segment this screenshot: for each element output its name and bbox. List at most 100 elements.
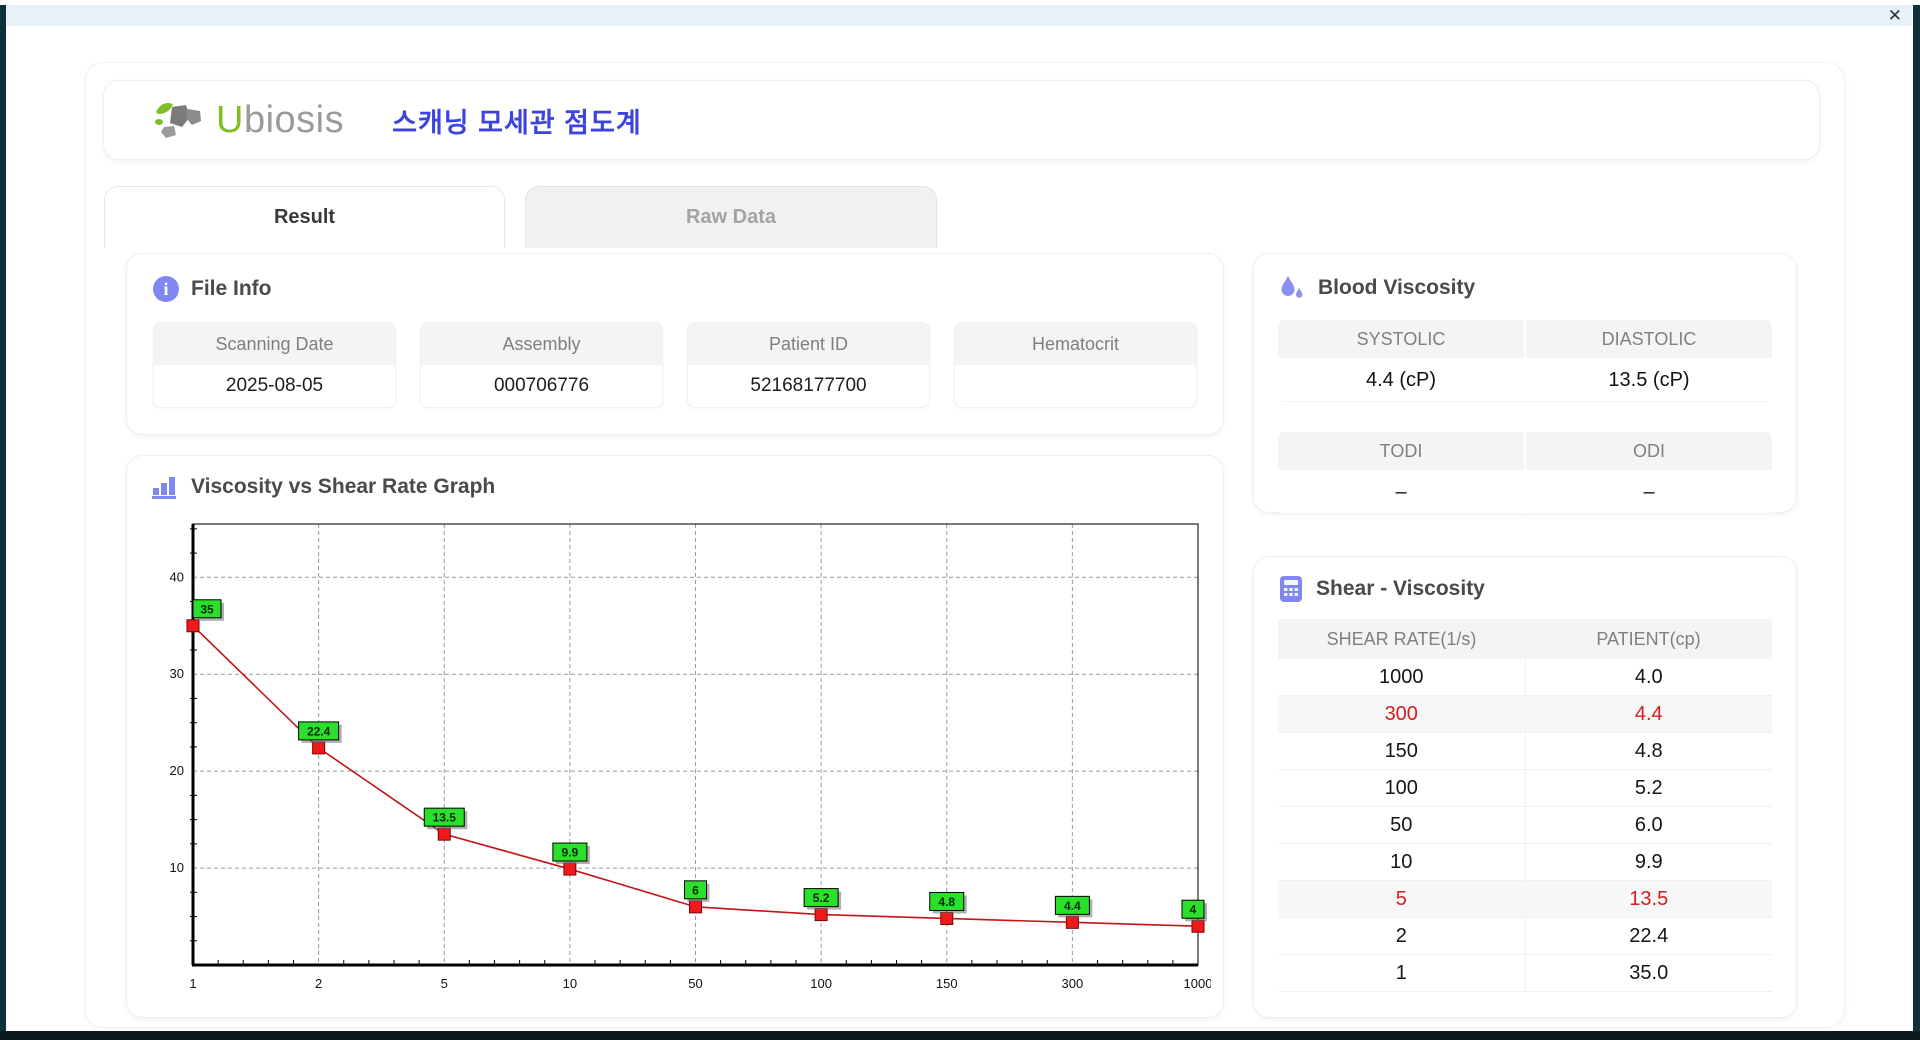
field-value: 000706776 [421, 365, 662, 407]
tab-result[interactable]: Result [104, 186, 505, 248]
data-point-marker [1065, 915, 1079, 929]
info-icon: i [153, 276, 179, 302]
data-point-marker [186, 619, 200, 633]
shear-viscosity-title-text: Shear - Viscosity [1316, 577, 1485, 600]
table-value: 4.4 (cP) [1278, 358, 1524, 402]
data-point-label: 4.8 [938, 895, 955, 909]
blood-viscosity-table: TODI ODI – – [1278, 432, 1772, 514]
blood-viscosity-card: Blood Viscosity SYSTOLIC DIASTOLIC 4.4 (cP… [1253, 253, 1797, 514]
file-info-field: Patient ID 52168177700 [687, 322, 930, 408]
shear-rate-value: 100 [1384, 777, 1418, 799]
file-info-field: Assembly 000706776 [420, 322, 663, 408]
blood-drop-icon [1281, 276, 1303, 298]
field-value: 52168177700 [688, 365, 929, 407]
column-header: DIASTOLIC [1524, 320, 1772, 358]
file-info-title-text: File Info [191, 277, 272, 300]
table-row: 1000 4.0 [1278, 659, 1772, 696]
field-label: Assembly [421, 323, 662, 365]
brand-logo: Ubiosis [152, 97, 344, 143]
shear-rate-value: 10 [1390, 851, 1413, 873]
svg-text:10: 10 [563, 976, 577, 991]
svg-text:20: 20 [170, 763, 184, 778]
field-value: 2025-08-05 [154, 365, 395, 407]
close-icon[interactable]: ✕ [1888, 5, 1902, 26]
table-value: – [1524, 470, 1772, 514]
window-border-left [0, 5, 6, 1031]
data-point-label: 4 [1190, 903, 1197, 917]
svg-text:50: 50 [688, 976, 702, 991]
table-value-row: – – [1278, 470, 1772, 514]
graph-card: Viscosity vs Shear Rate Graph 10 20 30 40 1 2… [126, 455, 1224, 1018]
patient-viscosity-value: 5.2 [1524, 770, 1773, 806]
data-point-marker [437, 827, 451, 841]
shear-rate-value: 1 [1395, 962, 1407, 984]
window-border-right [1913, 5, 1920, 1031]
app-window: ✕ Ubiosis 스캐닝 모세관 점도계 Result Raw Data i F… [0, 0, 1920, 1040]
brand-logo-icon [155, 103, 201, 138]
table-row: 150 4.8 [1278, 733, 1772, 770]
field-label: Hematocrit [955, 323, 1196, 365]
table-row: 2 22.4 [1278, 918, 1772, 955]
blood-viscosity-title-text: Blood Viscosity [1318, 276, 1476, 299]
bar-chart-icon [152, 477, 176, 499]
column-header: ODI [1524, 432, 1772, 470]
svg-text:2: 2 [315, 976, 322, 991]
table-value-row: 4.4 (cP) 13.5 (cP) [1278, 358, 1772, 402]
table-gap [1278, 402, 1772, 414]
header-card: Ubiosis 스캐닝 모세관 점도계 [103, 80, 1820, 160]
patient-viscosity-value: 35.0 [1524, 955, 1773, 991]
shear-viscosity-card: Shear - Viscosity SHEAR RATE(1/s) PATIENT… [1253, 556, 1797, 1018]
data-point-marker [312, 741, 326, 755]
data-point-label: 13.5 [433, 811, 457, 825]
table-value: – [1278, 470, 1524, 514]
patient-viscosity-value: 22.4 [1524, 918, 1773, 954]
svg-text:300: 300 [1062, 976, 1084, 991]
svg-text:100: 100 [810, 976, 832, 991]
data-point-marker [689, 900, 702, 914]
file-info-card: i File Info Scanning Date 2025-08-05 Assem… [126, 253, 1224, 435]
window-titlebar: ✕ [6, 5, 1912, 26]
shear-rate-value: 300 [1384, 703, 1418, 725]
file-info-field: Scanning Date 2025-08-05 [153, 322, 396, 408]
data-point-marker [940, 911, 954, 925]
graph-title-text: Viscosity vs Shear Rate Graph [191, 475, 496, 498]
file-info-fields: Scanning Date 2025-08-05 Assembly 000706776… [153, 322, 1197, 408]
svg-text:10: 10 [170, 860, 184, 875]
field-label: Patient ID [688, 323, 929, 365]
data-point-label: 6 [692, 883, 699, 897]
data-point-marker [563, 862, 577, 876]
blood-viscosity-title: Blood Viscosity [1278, 274, 1772, 302]
data-point-marker [1191, 919, 1205, 933]
tab-raw-data[interactable]: Raw Data [525, 186, 937, 248]
svg-text:1000: 1000 [1184, 976, 1211, 991]
svg-text:5: 5 [441, 976, 448, 991]
patient-viscosity-value: 9.9 [1524, 844, 1773, 880]
table-row: 5 13.5 [1278, 881, 1772, 918]
table-header-row: SYSTOLIC DIASTOLIC [1278, 320, 1772, 358]
window-border-bottom [0, 1031, 1920, 1040]
patient-viscosity-value: 4.4 [1524, 696, 1773, 732]
table-row: 50 6.0 [1278, 807, 1772, 844]
data-point-label: 4.4 [1064, 899, 1081, 913]
y-axis-labels: 10 20 30 40 [170, 569, 184, 875]
shear-viscosity-title: Shear - Viscosity [1278, 575, 1772, 603]
shear-rate-value: 150 [1384, 740, 1418, 762]
data-point-label: 22.4 [307, 724, 331, 738]
svg-text:150: 150 [936, 976, 958, 991]
field-label: Scanning Date [154, 323, 395, 365]
blood-viscosity-tables: SYSTOLIC DIASTOLIC 4.4 (cP) 13.5 (cP) TODI OD… [1278, 320, 1772, 514]
column-header: TODI [1278, 432, 1524, 470]
svg-text:30: 30 [170, 666, 184, 681]
svg-text:40: 40 [170, 569, 184, 584]
shear-rate-value: 2 [1395, 925, 1407, 947]
table-header-row: TODI ODI [1278, 432, 1772, 470]
x-axis-labels: 1 2 5 10 50 100 150 300 1000 [189, 976, 1212, 991]
data-point-marker [814, 908, 828, 922]
shear-rate-value: 1000 [1379, 666, 1424, 688]
shear-rate-value: 50 [1390, 814, 1413, 836]
data-point-label: 9.9 [562, 846, 579, 860]
table-row: 10 9.9 [1278, 844, 1772, 881]
table-row: 1 35.0 [1278, 955, 1772, 992]
patient-viscosity-value: 6.0 [1524, 807, 1773, 843]
column-header: SHEAR RATE(1/s) [1278, 619, 1525, 659]
